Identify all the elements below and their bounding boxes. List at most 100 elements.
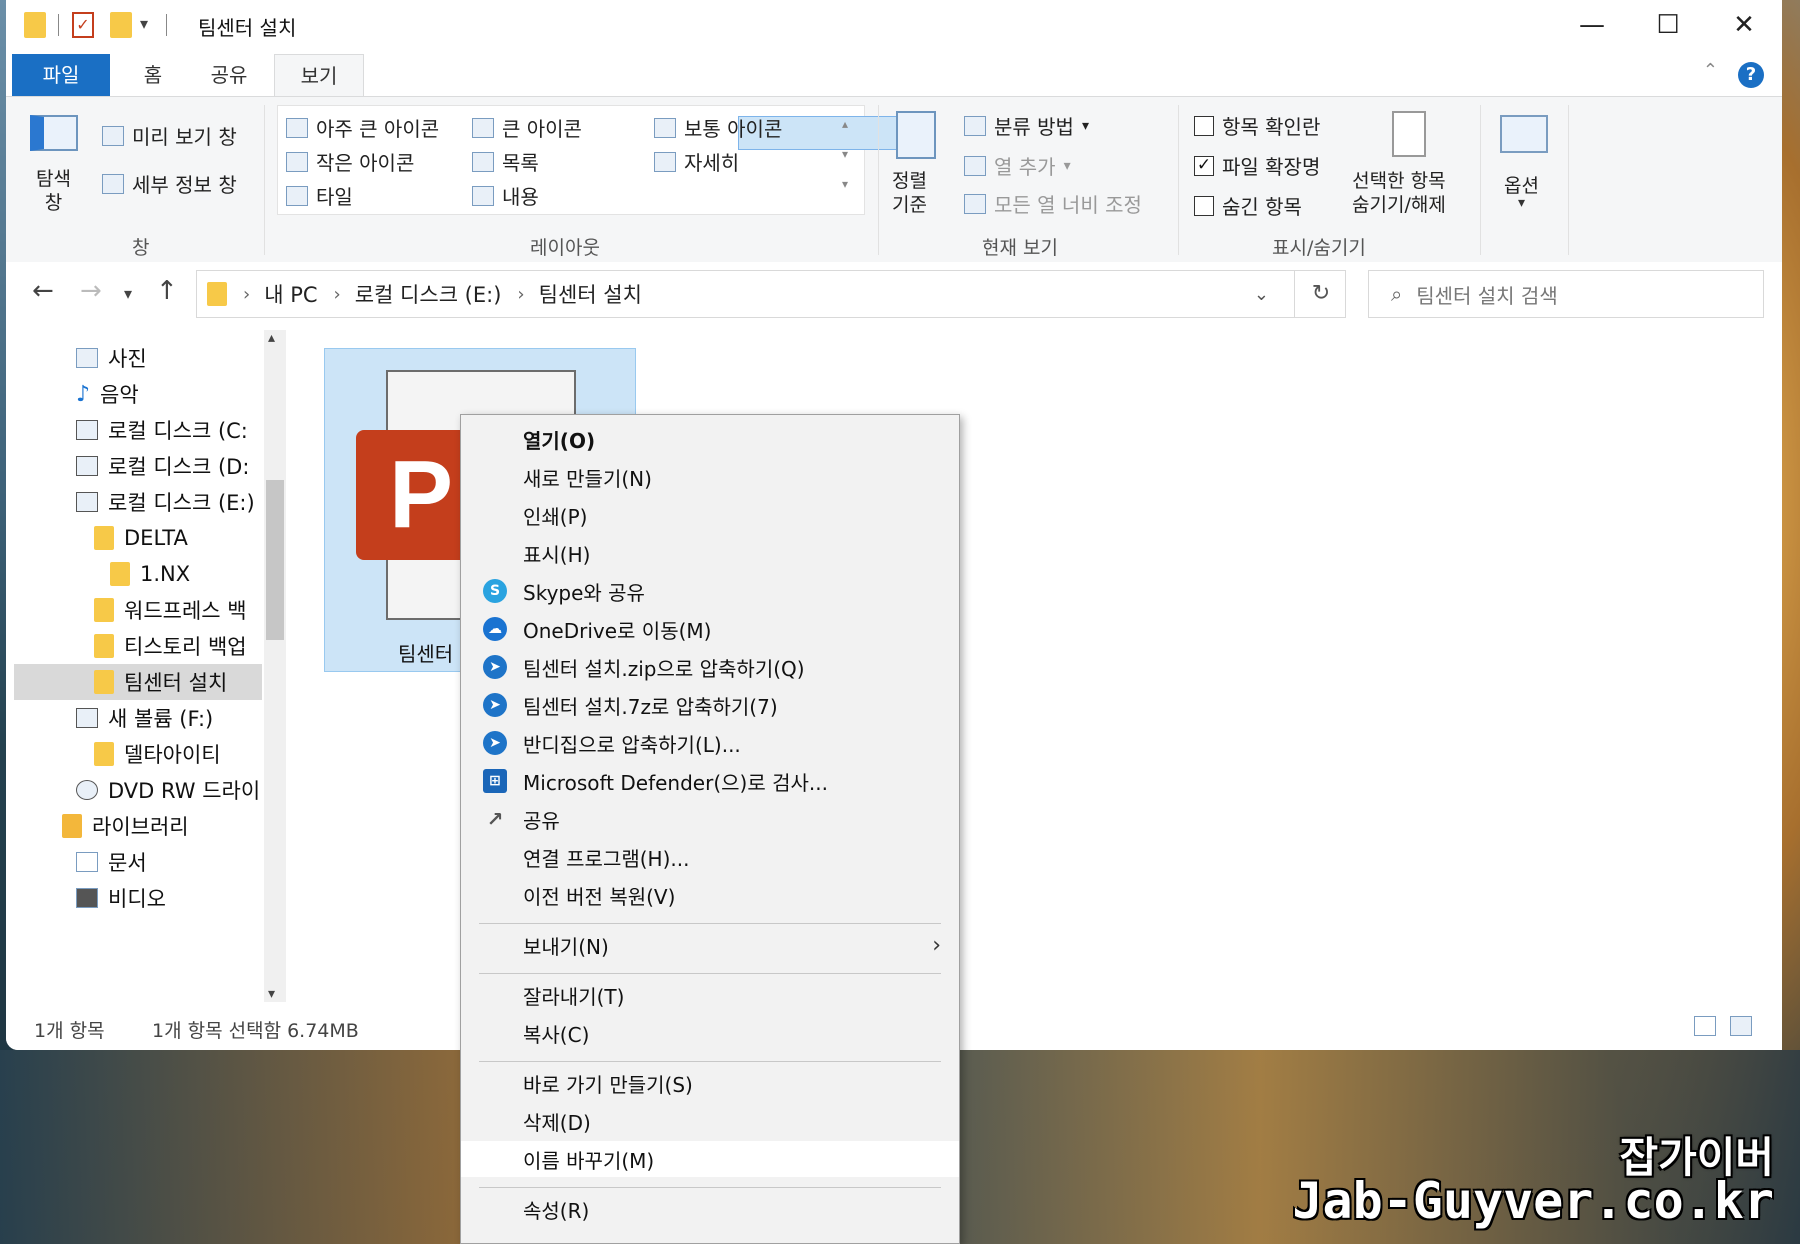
new-folder-quick-icon[interactable] <box>110 12 132 38</box>
dropdown-icon: ▾ <box>1063 157 1071 174</box>
nav-item-tistory-backup[interactable]: 티스토리 백업 <box>94 628 247 664</box>
chevron-right-icon[interactable]: › <box>517 284 524 305</box>
watermark-url: Jab-Guyver.co.kr <box>1292 1172 1774 1230</box>
search-input[interactable]: 팀센터 설치 검색 <box>1416 280 1558 309</box>
item-checkboxes-checkbox[interactable] <box>1194 115 1214 136</box>
scroll-down-icon[interactable]: ▾ <box>268 986 275 1002</box>
nav-item-drive-c[interactable]: 로컬 디스크 (C: <box>76 412 248 448</box>
back-arrow-icon[interactable]: ← <box>32 276 54 306</box>
menu-item-new[interactable]: 새로 만들기(N) <box>461 459 959 495</box>
selection-info: 1개 항목 선택함 6.74MB <box>152 1020 359 1042</box>
menu-item-properties[interactable]: 속성(R) <box>461 1191 959 1227</box>
menu-item-send-to[interactable]: 보내기(N) › <box>461 927 959 963</box>
menu-item-delete[interactable]: 삭제(D) <box>461 1103 959 1139</box>
scrollbar-thumb[interactable] <box>266 480 284 640</box>
nav-item-delta[interactable]: DELTA <box>94 520 188 556</box>
details-view-icon[interactable] <box>1694 1016 1716 1036</box>
address-bar[interactable]: › 내 PC › 로컬 디스크 (E:) › 팀센터 설치 ⌄ <box>196 270 1346 318</box>
tab-share[interactable]: 공유 <box>192 54 266 96</box>
breadcrumb-drive-e[interactable]: 로컬 디스크 (E:) <box>355 279 502 309</box>
menu-item-defender-scan[interactable]: ⊞ Microsoft Defender(으)로 검사... <box>461 763 959 799</box>
menu-item-move-onedrive[interactable]: ☁ OneDrive로 이동(M) <box>461 611 959 647</box>
layout-content[interactable]: 내용 <box>472 181 539 210</box>
chevron-right-icon[interactable]: › <box>243 284 250 305</box>
file-extensions-toggle[interactable]: ✓ 파일 확장명 <box>1194 151 1320 180</box>
layout-medium-icons[interactable]: 보통 아이콘 <box>654 113 782 142</box>
address-dropdown-icon[interactable]: ⌄ <box>1254 284 1269 305</box>
details-pane-button[interactable]: 세부 정보 창 <box>102 169 237 198</box>
refresh-icon[interactable]: ↻ <box>1294 270 1347 318</box>
nav-item-teamcenter-install[interactable]: 팀센터 설치 <box>14 664 262 700</box>
nav-item-drive-f[interactable]: 새 볼륨 (F:) <box>76 700 213 736</box>
hidden-items-checkbox[interactable] <box>1194 195 1214 216</box>
recent-locations-icon[interactable]: ▾ <box>124 284 132 303</box>
minimize-button[interactable]: — <box>1554 0 1630 50</box>
search-box[interactable]: ⌕ 팀센터 설치 검색 <box>1368 270 1764 318</box>
properties-quick-icon[interactable]: ✓ <box>72 12 94 38</box>
nav-item-drive-e[interactable]: 로컬 디스크 (E:) <box>76 484 255 520</box>
menu-item-compress-zip[interactable]: ➤ 팀센터 설치.zip으로 압축하기(Q) <box>461 649 959 685</box>
menu-item-restore-previous[interactable]: 이전 버전 복원(V) <box>461 877 959 913</box>
menu-item-copy[interactable]: 복사(C) <box>461 1015 959 1051</box>
tab-file[interactable]: 파일 <box>12 54 110 96</box>
nav-item-pictures[interactable]: 사진 <box>76 340 147 376</box>
menu-item-rename[interactable]: 이름 바꾸기(M) <box>461 1141 959 1177</box>
tab-view[interactable]: 보기 <box>274 54 364 97</box>
breadcrumb-current-folder[interactable]: 팀센터 설치 <box>539 279 642 309</box>
layout-gallery-scroll-icon[interactable]: ▴ ▾ ▾ <box>842 109 848 199</box>
layout-list[interactable]: 목록 <box>472 147 539 176</box>
tab-home[interactable]: 홈 <box>118 54 188 96</box>
nav-item-drive-d[interactable]: 로컬 디스크 (D: <box>76 448 249 484</box>
help-icon[interactable]: ? <box>1738 62 1764 88</box>
scroll-up-icon[interactable]: ▴ <box>268 330 275 346</box>
nav-item-dvd-drive[interactable]: DVD RW 드라이 <box>76 772 260 808</box>
chevron-right-icon[interactable]: › <box>334 284 341 305</box>
nav-item-videos[interactable]: 비디오 <box>76 880 166 916</box>
nav-item-music[interactable]: ♪ 음악 <box>76 376 139 412</box>
nav-pane-scrollbar[interactable]: ▴ ▾ <box>264 330 286 1002</box>
layout-small-icons[interactable]: 작은 아이콘 <box>286 147 414 176</box>
nav-item-libraries[interactable]: 라이브러리 <box>62 808 189 844</box>
file-extensions-checkbox[interactable]: ✓ <box>1194 155 1214 176</box>
collapse-ribbon-icon[interactable]: ⌃ <box>1703 60 1718 81</box>
dropdown-icon: ▾ <box>1081 117 1089 134</box>
group-by-button[interactable]: 분류 방법 ▾ <box>964 111 1089 140</box>
options-button[interactable]: 옵션 <box>1504 171 1539 198</box>
navigation-pane-button[interactable]: 탐색 창 <box>36 167 71 215</box>
sort-by-button[interactable]: 정렬 기준 <box>892 169 927 217</box>
nav-item-wordpress-backup[interactable]: 워드프레스 백 <box>94 592 247 628</box>
nav-item-documents[interactable]: 문서 <box>76 844 147 880</box>
up-arrow-icon[interactable]: ↑ <box>156 276 178 306</box>
item-checkboxes-toggle[interactable]: 항목 확인란 <box>1194 111 1320 140</box>
menu-item-share[interactable]: ↗ 공유 <box>461 801 959 837</box>
menu-item-share-skype[interactable]: S Skype와 공유 <box>461 573 959 609</box>
size-all-columns-button[interactable]: 모든 열 너비 조정 <box>964 189 1142 218</box>
menu-item-compress-bandizip[interactable]: ➤ 반디집으로 압축하기(L)... <box>461 725 959 761</box>
maximize-button[interactable]: ☐ <box>1630 0 1706 50</box>
menu-item-print[interactable]: 인쇄(P) <box>461 497 959 533</box>
menu-item-create-shortcut[interactable]: 바로 가기 만들기(S) <box>461 1065 959 1101</box>
menu-item-open[interactable]: 열기(O) <box>461 421 959 457</box>
menu-item-compress-7z[interactable]: ➤ 팀센터 설치.7z로 압축하기(7) <box>461 687 959 723</box>
close-button[interactable]: ✕ <box>1706 0 1782 50</box>
menu-item-open-with[interactable]: 연결 프로그램(H)... <box>461 839 959 875</box>
preview-pane-label: 미리 보기 창 <box>132 125 237 149</box>
preview-pane-button[interactable]: 미리 보기 창 <box>102 121 237 150</box>
nav-item-delta-it[interactable]: 델타아이티 <box>94 736 221 772</box>
forward-arrow-icon[interactable]: → <box>80 276 102 306</box>
layout-details[interactable]: 자세히 <box>654 147 739 176</box>
add-columns-button[interactable]: 열 추가 ▾ <box>964 151 1071 180</box>
layout-large-icons[interactable]: 큰 아이콘 <box>472 113 582 142</box>
quick-access-dropdown-icon[interactable]: ▾ <box>140 14 148 33</box>
breadcrumb-this-pc[interactable]: 내 PC <box>264 279 317 309</box>
layout-extra-large-icons[interactable]: 아주 큰 아이콘 <box>286 113 439 142</box>
options-dropdown-icon[interactable]: ▾ <box>1518 195 1525 211</box>
menu-item-show[interactable]: 표시(H) <box>461 535 959 571</box>
hide-selected-button[interactable]: 선택한 항목 숨기기/해제 <box>1352 169 1446 217</box>
group-divider <box>878 105 879 255</box>
nav-item-1nx[interactable]: 1.NX <box>110 556 190 592</box>
large-icons-view-icon[interactable] <box>1730 1016 1752 1036</box>
layout-tiles[interactable]: 타일 <box>286 181 353 210</box>
menu-item-cut[interactable]: 잘라내기(T) <box>461 977 959 1013</box>
hidden-items-toggle[interactable]: 숨긴 항목 <box>1194 191 1302 220</box>
